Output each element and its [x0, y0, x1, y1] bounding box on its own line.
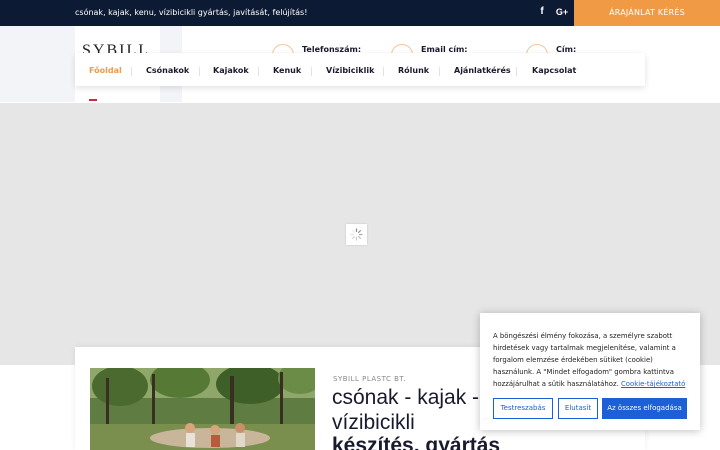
- nav-item-fooldal[interactable]: Főoldal: [89, 66, 122, 75]
- nav-divider: [383, 67, 384, 76]
- main-nav: Főoldal Csónakok Kajakok Kenuk Vízibicik…: [75, 53, 645, 86]
- nav-divider: [311, 67, 312, 76]
- tagline: csónak, kajak, kenu, vízibicikli gyártás…: [75, 8, 308, 17]
- headline-line-3: készítés, gyártás: [332, 434, 501, 450]
- nav-item-vizibiciklik[interactable]: Vízibiciklik: [326, 66, 374, 75]
- nav-divider: [258, 67, 259, 76]
- nav-divider: [439, 67, 440, 76]
- nav-divider: [516, 67, 517, 76]
- cookie-accept-all-button[interactable]: Az összes elfogadása: [602, 398, 687, 419]
- headline-line-2: vízibicikli: [332, 411, 415, 434]
- cookie-customize-button[interactable]: Testreszabás: [493, 398, 553, 419]
- boat-photo: [90, 368, 315, 450]
- facebook-icon[interactable]: f: [536, 6, 548, 20]
- cookie-text-block: A böngészési élmény fokozása, a személyr…: [493, 330, 693, 390]
- headline-line-1: csónak - kajak -: [332, 386, 480, 409]
- nav-divider: [199, 67, 200, 76]
- cookie-consent-banner: A böngészési élmény fokozása, a személyr…: [480, 313, 700, 430]
- nav-item-csonakok[interactable]: Csónakok: [146, 66, 189, 75]
- nav-item-rolunk[interactable]: Rólunk: [398, 66, 429, 75]
- nav-divider: [131, 67, 132, 76]
- nav-item-kenuk[interactable]: Kenuk: [273, 66, 301, 75]
- top-bar: csónak, kajak, kenu, vízibicikli gyártás…: [0, 0, 720, 26]
- company-name: SYBILL PLASTC BT.: [333, 375, 407, 383]
- cookie-policy-link[interactable]: Cookie-tájékoztató: [621, 380, 685, 388]
- googleplus-icon[interactable]: G+: [553, 7, 571, 19]
- quote-request-button[interactable]: ÁRAJÁNLAT KÉRÉS: [574, 0, 720, 26]
- nav-item-ajanlatkeres[interactable]: Ajánlatkérés: [454, 66, 511, 75]
- nav-item-kapcsolat[interactable]: Kapcsolat: [532, 66, 576, 75]
- loading-spinner-icon: [346, 224, 367, 245]
- cookie-reject-button[interactable]: Elutasít: [558, 398, 598, 419]
- nav-item-kajakok[interactable]: Kajakok: [213, 66, 249, 75]
